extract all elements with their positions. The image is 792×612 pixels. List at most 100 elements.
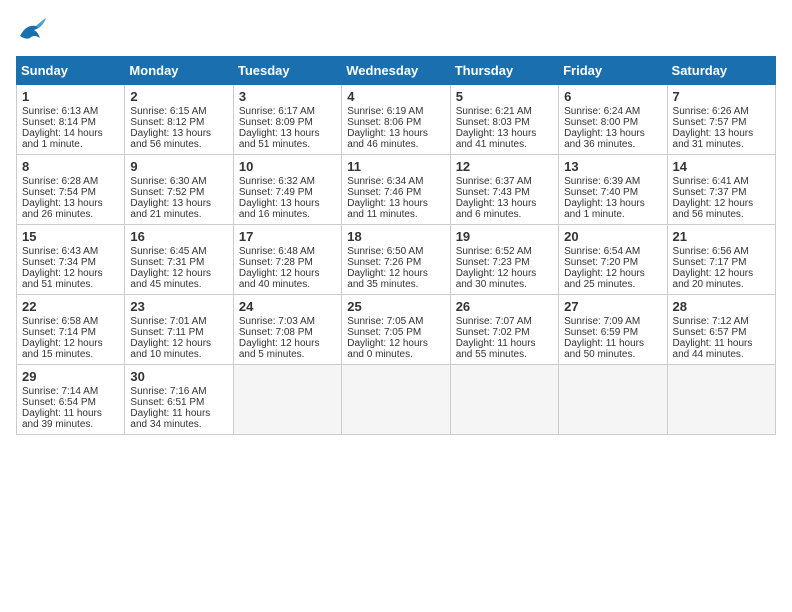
sunrise-text: Sunrise: 7:12 AM — [673, 316, 749, 327]
sunset-text: Sunset: 8:06 PM — [347, 117, 421, 128]
day-number: 29 — [22, 369, 119, 384]
sunrise-text: Sunrise: 6:52 AM — [456, 246, 532, 257]
sunset-text: Sunset: 7:31 PM — [130, 257, 204, 268]
sunset-text: Sunset: 7:40 PM — [564, 187, 638, 198]
daylight-text: Daylight: 12 hours and 10 minutes. — [130, 338, 211, 360]
daylight-text: Daylight: 12 hours and 45 minutes. — [130, 268, 211, 290]
daylight-text: Daylight: 13 hours and 21 minutes. — [130, 198, 211, 220]
sunrise-text: Sunrise: 6:32 AM — [239, 176, 315, 187]
day-number: 26 — [456, 299, 553, 314]
logo — [16, 16, 52, 44]
sunset-text: Sunset: 7:34 PM — [22, 257, 96, 268]
sunset-text: Sunset: 7:43 PM — [456, 187, 530, 198]
sunrise-text: Sunrise: 6:30 AM — [130, 176, 206, 187]
daylight-text: Daylight: 12 hours and 40 minutes. — [239, 268, 320, 290]
daylight-text: Daylight: 13 hours and 56 minutes. — [130, 128, 211, 150]
calendar-day-empty — [450, 365, 558, 435]
calendar-day-17: 17Sunrise: 6:48 AMSunset: 7:28 PMDayligh… — [233, 225, 341, 295]
sunrise-text: Sunrise: 6:56 AM — [673, 246, 749, 257]
sunset-text: Sunset: 8:09 PM — [239, 117, 313, 128]
sunrise-text: Sunrise: 7:07 AM — [456, 316, 532, 327]
calendar-day-8: 8Sunrise: 6:28 AMSunset: 7:54 PMDaylight… — [17, 155, 125, 225]
sunrise-text: Sunrise: 7:03 AM — [239, 316, 315, 327]
calendar-day-19: 19Sunrise: 6:52 AMSunset: 7:23 PMDayligh… — [450, 225, 558, 295]
day-number: 16 — [130, 229, 227, 244]
daylight-text: Daylight: 12 hours and 56 minutes. — [673, 198, 754, 220]
header-sunday: Sunday — [17, 57, 125, 85]
day-number: 21 — [673, 229, 770, 244]
calendar-day-empty — [667, 365, 775, 435]
calendar-week-4: 22Sunrise: 6:58 AMSunset: 7:14 PMDayligh… — [17, 295, 776, 365]
sunset-text: Sunset: 7:26 PM — [347, 257, 421, 268]
header-tuesday: Tuesday — [233, 57, 341, 85]
day-number: 9 — [130, 159, 227, 174]
calendar-day-18: 18Sunrise: 6:50 AMSunset: 7:26 PMDayligh… — [342, 225, 450, 295]
day-number: 4 — [347, 89, 444, 104]
sunset-text: Sunset: 7:14 PM — [22, 327, 96, 338]
daylight-text: Daylight: 13 hours and 11 minutes. — [347, 198, 428, 220]
daylight-text: Daylight: 12 hours and 25 minutes. — [564, 268, 645, 290]
sunrise-text: Sunrise: 6:13 AM — [22, 106, 98, 117]
daylight-text: Daylight: 14 hours and 1 minute. — [22, 128, 103, 150]
sunset-text: Sunset: 7:57 PM — [673, 117, 747, 128]
daylight-text: Daylight: 11 hours and 55 minutes. — [456, 338, 536, 360]
daylight-text: Daylight: 11 hours and 34 minutes. — [130, 408, 210, 430]
logo-icon — [16, 16, 48, 44]
day-number: 27 — [564, 299, 661, 314]
daylight-text: Daylight: 13 hours and 36 minutes. — [564, 128, 645, 150]
daylight-text: Daylight: 13 hours and 31 minutes. — [673, 128, 754, 150]
daylight-text: Daylight: 12 hours and 0 minutes. — [347, 338, 428, 360]
sunrise-text: Sunrise: 6:17 AM — [239, 106, 315, 117]
daylight-text: Daylight: 13 hours and 16 minutes. — [239, 198, 320, 220]
daylight-text: Daylight: 13 hours and 41 minutes. — [456, 128, 537, 150]
sunset-text: Sunset: 6:57 PM — [673, 327, 747, 338]
calendar-day-2: 2Sunrise: 6:15 AMSunset: 8:12 PMDaylight… — [125, 85, 233, 155]
page-header — [16, 16, 776, 44]
calendar-day-29: 29Sunrise: 7:14 AMSunset: 6:54 PMDayligh… — [17, 365, 125, 435]
header-monday: Monday — [125, 57, 233, 85]
sunrise-text: Sunrise: 6:26 AM — [673, 106, 749, 117]
sunset-text: Sunset: 7:49 PM — [239, 187, 313, 198]
calendar-day-4: 4Sunrise: 6:19 AMSunset: 8:06 PMDaylight… — [342, 85, 450, 155]
calendar-day-16: 16 Sunrise: 6:45 AMSunset: 7:31 PMDayligh… — [125, 225, 233, 295]
day-number: 12 — [456, 159, 553, 174]
day-number: 18 — [347, 229, 444, 244]
day-number: 13 — [564, 159, 661, 174]
day-number: 10 — [239, 159, 336, 174]
sunrise-text: Sunrise: 6:48 AM — [239, 246, 315, 257]
calendar-day-9: 9Sunrise: 6:30 AMSunset: 7:52 PMDaylight… — [125, 155, 233, 225]
sunset-text: Sunset: 8:14 PM — [22, 117, 96, 128]
sunrise-text: Sunrise: 7:09 AM — [564, 316, 640, 327]
calendar-day-1: 1 Sunrise: 6:13 AMSunset: 8:14 PMDaylight… — [17, 85, 125, 155]
sunset-text: Sunset: 8:00 PM — [564, 117, 638, 128]
calendar-day-13: 13Sunrise: 6:39 AMSunset: 7:40 PMDayligh… — [559, 155, 667, 225]
calendar-table: SundayMondayTuesdayWednesdayThursdayFrid… — [16, 56, 776, 435]
sunset-text: Sunset: 7:37 PM — [673, 187, 747, 198]
header-saturday: Saturday — [667, 57, 775, 85]
calendar-day-14: 14Sunrise: 6:41 AMSunset: 7:37 PMDayligh… — [667, 155, 775, 225]
sunrise-text: Sunrise: 6:37 AM — [456, 176, 532, 187]
daylight-text: Daylight: 12 hours and 20 minutes. — [673, 268, 754, 290]
sunset-text: Sunset: 6:54 PM — [22, 397, 96, 408]
daylight-text: Daylight: 12 hours and 5 minutes. — [239, 338, 320, 360]
day-number: 20 — [564, 229, 661, 244]
day-number: 25 — [347, 299, 444, 314]
calendar-day-20: 20Sunrise: 6:54 AMSunset: 7:20 PMDayligh… — [559, 225, 667, 295]
daylight-text: Daylight: 13 hours and 46 minutes. — [347, 128, 428, 150]
sunset-text: Sunset: 6:51 PM — [130, 397, 204, 408]
calendar-day-6: 6Sunrise: 6:24 AMSunset: 8:00 PMDaylight… — [559, 85, 667, 155]
sunrise-text: Sunrise: 6:54 AM — [564, 246, 640, 257]
sunrise-text: Sunrise: 6:45 AM — [130, 246, 206, 257]
sunset-text: Sunset: 7:02 PM — [456, 327, 530, 338]
daylight-text: Daylight: 12 hours and 30 minutes. — [456, 268, 537, 290]
calendar-day-21: 21Sunrise: 6:56 AMSunset: 7:17 PMDayligh… — [667, 225, 775, 295]
sunrise-text: Sunrise: 7:16 AM — [130, 386, 206, 397]
sunrise-text: Sunrise: 6:28 AM — [22, 176, 98, 187]
daylight-text: Daylight: 13 hours and 1 minute. — [564, 198, 645, 220]
day-number: 8 — [22, 159, 119, 174]
sunrise-text: Sunrise: 6:34 AM — [347, 176, 423, 187]
day-number: 28 — [673, 299, 770, 314]
calendar-day-24: 24Sunrise: 7:03 AMSunset: 7:08 PMDayligh… — [233, 295, 341, 365]
day-number: 1 — [22, 89, 119, 104]
calendar-day-22: 22Sunrise: 6:58 AMSunset: 7:14 PMDayligh… — [17, 295, 125, 365]
